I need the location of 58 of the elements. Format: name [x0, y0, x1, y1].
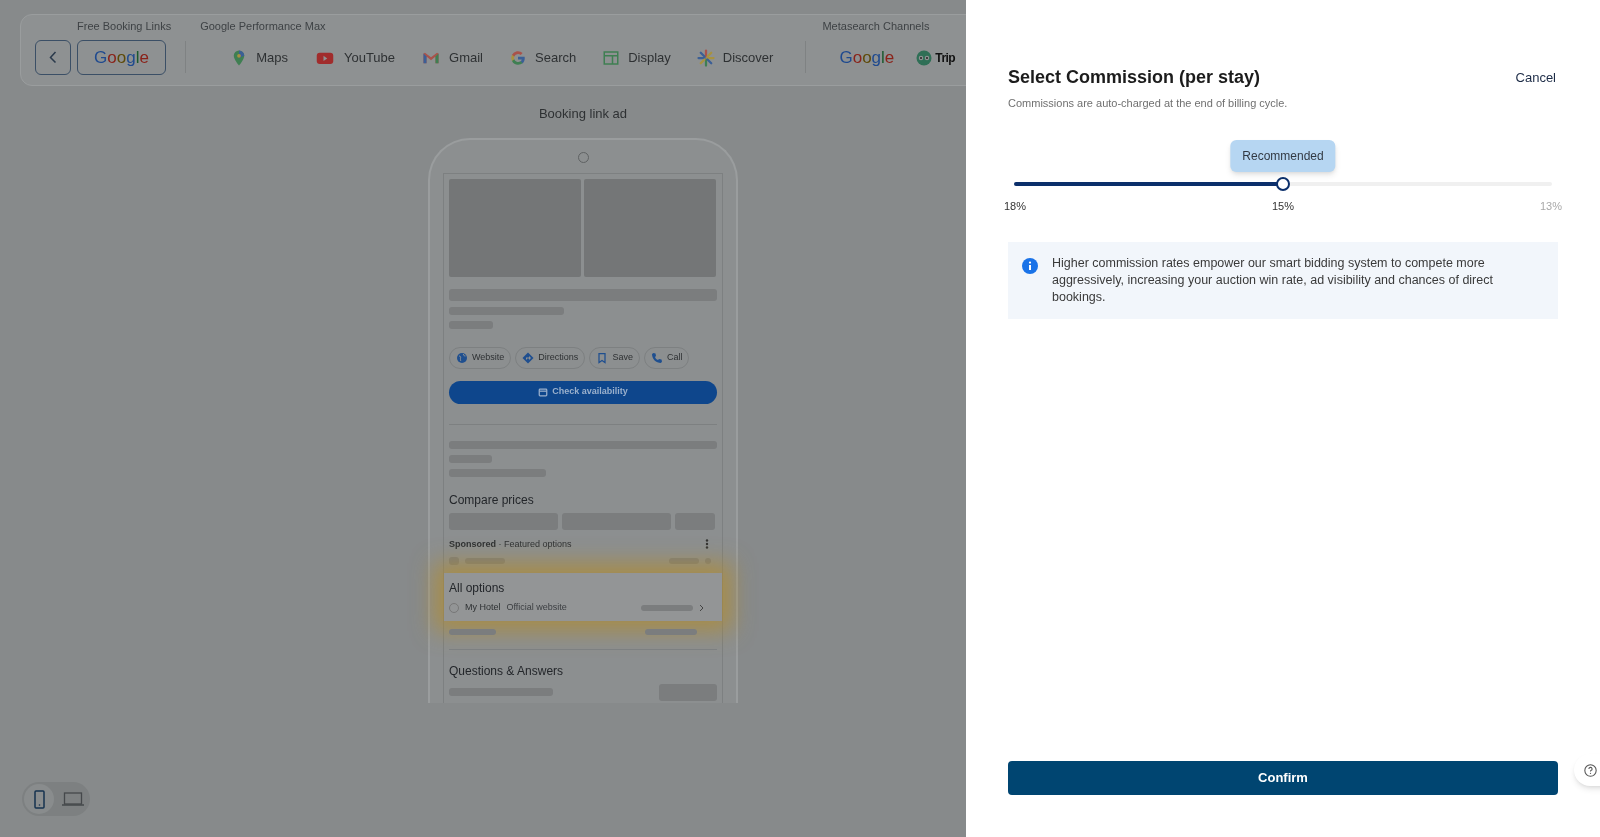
directions-icon [522, 351, 535, 364]
check-availability-button[interactable]: Check availability [449, 380, 717, 404]
channel-button[interactable]: Discover [688, 40, 782, 75]
slider-tick-label: 18% [1004, 198, 1027, 214]
bookmark-icon [596, 351, 609, 364]
calendar-icon [538, 387, 549, 397]
channel-button[interactable]: Maps [222, 40, 296, 75]
window-icon [602, 48, 621, 67]
confirm-button[interactable]: Confirm [1008, 761, 1558, 795]
panel-title: Select Commission (per stay) [1008, 66, 1261, 89]
slider-thumb[interactable] [1276, 176, 1290, 191]
sponsored-label: Sponsored · Featured options [449, 537, 572, 551]
slider-tick-label: 15% [1272, 198, 1294, 214]
channel-button[interactable]: Search [501, 40, 585, 75]
hotel-name: My Hotel [465, 601, 501, 614]
skeleton-bar [449, 557, 459, 565]
chevron-left-icon [49, 51, 57, 64]
channel-button[interactable]: Trip [915, 40, 955, 75]
asterisk-icon [696, 48, 715, 67]
skeleton-bar [465, 558, 505, 564]
skeleton-bar [645, 628, 697, 635]
channel-button[interactable]: Gmail [413, 40, 491, 75]
all-options-card[interactable]: All options My Hotel Official website [444, 573, 722, 621]
more-icon[interactable] [705, 539, 709, 550]
laptop-icon [62, 792, 84, 806]
device-button[interactable] [24, 784, 54, 814]
section-heading: Google Performance Max [200, 18, 327, 34]
section-heading: Free Booking Links [77, 18, 172, 34]
channel-button[interactable]: YouTube [305, 40, 404, 75]
cancel-button[interactable]: Cancel [1515, 68, 1556, 88]
skeleton-bar [669, 558, 699, 564]
hotel-source: Official website [506, 601, 567, 614]
section-heading: Compare prices [449, 491, 535, 509]
section-heading: Metasearch Channels [822, 18, 931, 34]
skeleton-bar [641, 604, 693, 611]
globe-icon [449, 602, 459, 613]
chevron-right-icon [699, 603, 705, 612]
section-heading: Questions & Answers [449, 662, 565, 680]
info-text: Higher commission rates empower our smart bidding system to compete more aggressively, increasing your auction win rate, ad visibility and chances of direct bookings. [1052, 255, 1494, 306]
g-icon [509, 48, 527, 67]
panel-subtitle: Commissions are auto-charged at the end of billing cycle. [1008, 96, 1289, 111]
channel-button[interactable]: Google [822, 40, 912, 75]
slider-tick-label: 13% [1539, 198, 1562, 214]
owl-icon [915, 48, 934, 67]
recommended-tooltip: Recommended [1230, 139, 1336, 172]
preview-title: Booking link ad [538, 105, 628, 123]
globe-icon [456, 351, 468, 364]
help-icon [1584, 763, 1597, 777]
skeleton-bar [449, 628, 496, 635]
back-button[interactable] [35, 40, 71, 75]
skeleton-bar [705, 558, 711, 564]
channel-button[interactable]: Google [77, 40, 166, 75]
channel-button[interactable]: Display [594, 40, 679, 75]
phone-icon [650, 351, 663, 364]
info-icon [1022, 258, 1038, 274]
all-options-heading: All options [449, 580, 506, 597]
phone-icon [33, 789, 45, 809]
help-button[interactable] [1574, 754, 1600, 786]
